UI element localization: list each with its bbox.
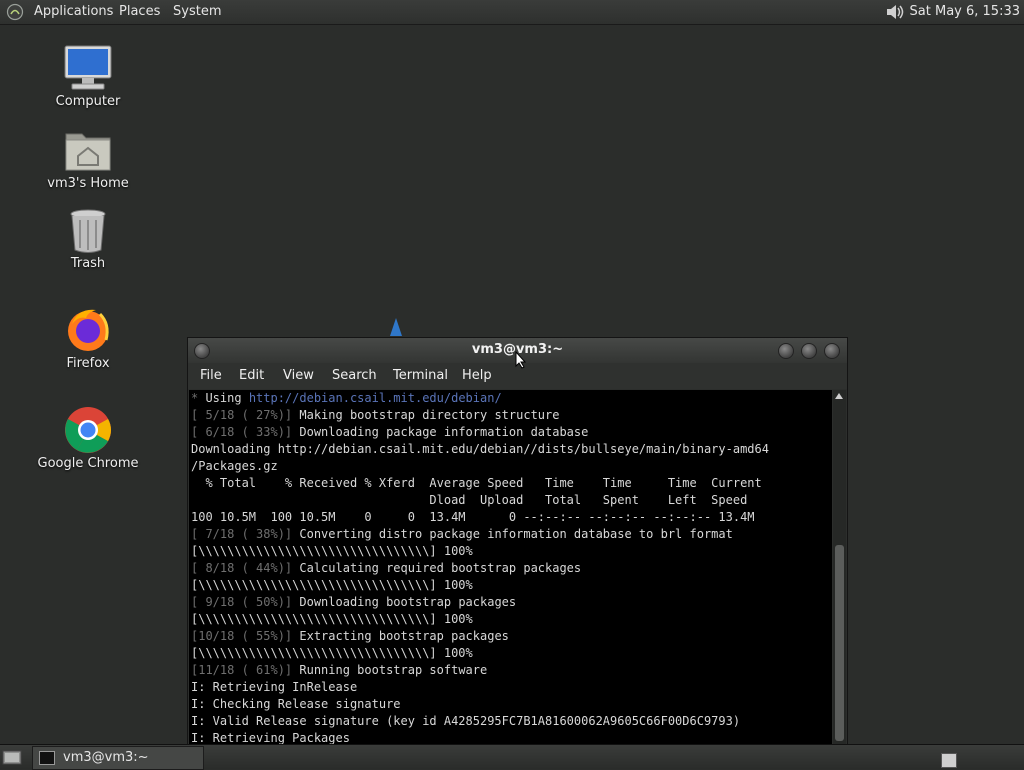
maximize-button[interactable] xyxy=(801,343,817,359)
trash-icon xyxy=(70,209,106,253)
desktop-icon-home[interactable]: vm3's Home xyxy=(33,126,143,191)
pointer-icon xyxy=(390,318,402,336)
desktop-icon-chrome[interactable]: Google Chrome xyxy=(33,406,143,471)
minimize-button[interactable] xyxy=(778,343,794,359)
scrollbar-thumb[interactable] xyxy=(835,545,844,741)
terminal-line: I: Retrieving InRelease xyxy=(189,679,832,696)
terminal-line: [\\\\\\\\\\\\\\\\\\\\\\\\\\\\\\\\] 100% xyxy=(189,543,832,560)
desktop-icon-label: vm3's Home xyxy=(47,176,129,191)
terminal-line: I: Valid Release signature (key id A4285… xyxy=(189,713,832,730)
desktop-icon-label: Trash xyxy=(70,256,106,271)
terminal-scrollbar[interactable] xyxy=(833,390,846,744)
line-text: Calculating required bootstrap packages xyxy=(299,561,582,575)
close-button[interactable] xyxy=(824,343,840,359)
menu-edit[interactable]: Edit xyxy=(239,368,264,383)
terminal-line: % Total % Received % Xferd Average Speed… xyxy=(189,475,832,492)
progress-prefix: [ 7/18 ( 38%)] xyxy=(191,527,300,541)
terminal-line: [ 8/18 ( 44%)] Calculating required boot… xyxy=(189,560,832,577)
menu-applications[interactable]: Applications xyxy=(34,3,113,21)
line-text: Using xyxy=(205,391,249,405)
terminal-icon xyxy=(39,751,55,765)
terminal-line: * Using http://debian.csail.mit.edu/debi… xyxy=(189,390,832,407)
scroll-up-arrow-icon[interactable] xyxy=(835,393,843,399)
line-text: % Total % Received % Xferd Average Speed… xyxy=(191,476,762,490)
show-desktop-icon[interactable] xyxy=(2,748,22,766)
taskbar-button-terminal[interactable]: vm3@vm3:~ xyxy=(32,746,204,770)
terminal-line: [ 7/18 ( 38%)] Converting distro package… xyxy=(189,526,832,543)
terminal-line: I: Retrieving Packages xyxy=(189,730,832,744)
terminal-line: [ 6/18 ( 33%)] Downloading package infor… xyxy=(189,424,832,441)
terminal-line: [\\\\\\\\\\\\\\\\\\\\\\\\\\\\\\\\] 100% xyxy=(189,611,832,628)
terminal-output[interactable]: * Using http://debian.csail.mit.edu/debi… xyxy=(189,390,832,744)
desktop-icon-label: Firefox xyxy=(66,356,110,371)
line-text: Dload Upload Total Spent Left Speed xyxy=(191,493,748,507)
line-text: Making bootstrap directory structure xyxy=(299,408,560,422)
line-text: I: Checking Release signature xyxy=(191,697,401,711)
terminal-line: [11/18 ( 61%)] Running bootstrap softwar… xyxy=(189,662,832,679)
line-text: I: Retrieving Packages xyxy=(191,731,350,744)
line-text: I: Valid Release signature (key id A4285… xyxy=(191,714,741,728)
line-text: /Packages.gz xyxy=(191,459,278,473)
line-text: Downloading package information database xyxy=(299,425,589,439)
computer-icon xyxy=(64,45,112,90)
line-text: [\\\\\\\\\\\\\\\\\\\\\\\\\\\\\\\\] 100% xyxy=(191,646,473,660)
progress-prefix: [ 6/18 ( 33%)] xyxy=(191,425,300,439)
speaker-icon[interactable] xyxy=(884,2,906,22)
line-text: 100 10.5M 100 10.5M 0 0 13.4M 0 --:--:--… xyxy=(191,510,755,524)
progress-prefix: [ 8/18 ( 44%)] xyxy=(191,561,300,575)
terminal-window[interactable]: vm3@vm3:~ File Edit View Search Terminal… xyxy=(187,337,848,747)
terminal-line: I: Checking Release signature xyxy=(189,696,832,713)
terminal-line: Dload Upload Total Spent Left Speed xyxy=(189,492,832,509)
line-text: I: Retrieving InRelease xyxy=(191,680,358,694)
line-text: Downloading bootstrap packages xyxy=(299,595,517,609)
terminal-line: [\\\\\\\\\\\\\\\\\\\\\\\\\\\\\\\\] 100% xyxy=(189,577,832,594)
line-text: Running bootstrap software xyxy=(299,663,488,677)
line-text: Extracting bootstrap packages xyxy=(299,629,509,643)
terminal-line: 100 10.5M 100 10.5M 0 0 13.4M 0 --:--:--… xyxy=(189,509,832,526)
desktop-icon-label: Google Chrome xyxy=(37,456,139,471)
terminal-line: [ 9/18 ( 50%)] Downloading bootstrap pac… xyxy=(189,594,832,611)
terminal-line: Downloading http://debian.csail.mit.edu/… xyxy=(189,441,832,458)
desktop-icon-trash[interactable]: Trash xyxy=(33,208,143,271)
mouse-cursor-icon xyxy=(515,351,527,369)
line-text: Downloading http://debian.csail.mit.edu/… xyxy=(191,442,769,456)
line-text: [\\\\\\\\\\\\\\\\\\\\\\\\\\\\\\\\] 100% xyxy=(191,544,473,558)
top-panel: Applications Places System Sat May 6, 15… xyxy=(0,0,1024,25)
terminal-line: [10/18 ( 55%)] Extracting bootstrap pack… xyxy=(189,628,832,645)
line-text: Converting distro package information da… xyxy=(299,527,733,541)
progress-prefix: [ 9/18 ( 50%)] xyxy=(191,595,300,609)
desktop-icon-firefox[interactable]: Firefox xyxy=(33,306,143,371)
menu-help[interactable]: Help xyxy=(462,368,492,383)
progress-prefix: [11/18 ( 61%)] xyxy=(191,663,300,677)
firefox-icon xyxy=(68,309,109,351)
gnome-foot-icon[interactable] xyxy=(6,3,24,21)
line-text: [\\\\\\\\\\\\\\\\\\\\\\\\\\\\\\\\] 100% xyxy=(191,612,473,626)
menu-view[interactable]: View xyxy=(283,368,314,383)
chrome-icon xyxy=(65,407,111,453)
terminal-line: [\\\\\\\\\\\\\\\\\\\\\\\\\\\\\\\\] 100% xyxy=(189,645,832,662)
menu-search[interactable]: Search xyxy=(332,368,377,383)
taskbar-label: vm3@vm3:~ xyxy=(63,750,149,765)
bottom-panel: vm3@vm3:~ xyxy=(0,744,1024,770)
line-text: [\\\\\\\\\\\\\\\\\\\\\\\\\\\\\\\\] 100% xyxy=(191,578,473,592)
menu-terminal[interactable]: Terminal xyxy=(393,368,448,383)
desktop-icon-label: Computer xyxy=(55,94,121,109)
terminal-line: /Packages.gz xyxy=(189,458,832,475)
menu-places[interactable]: Places xyxy=(119,3,160,21)
progress-prefix: [ 5/18 ( 27%)] xyxy=(191,408,300,422)
workspace-switcher[interactable] xyxy=(941,753,957,768)
clock[interactable]: Sat May 6, 15:33 xyxy=(910,3,1020,21)
menu-file[interactable]: File xyxy=(200,368,222,383)
menu-system[interactable]: System xyxy=(173,3,221,21)
progress-prefix: * xyxy=(191,391,206,405)
terminal-line: [ 5/18 ( 27%)] Making bootstrap director… xyxy=(189,407,832,424)
desktop-icon-computer[interactable]: Computer xyxy=(33,44,143,109)
home-folder-icon xyxy=(65,133,111,171)
progress-prefix: [10/18 ( 55%)] xyxy=(191,629,300,643)
mirror-url: http://debian.csail.mit.edu/debian/ xyxy=(248,391,502,405)
